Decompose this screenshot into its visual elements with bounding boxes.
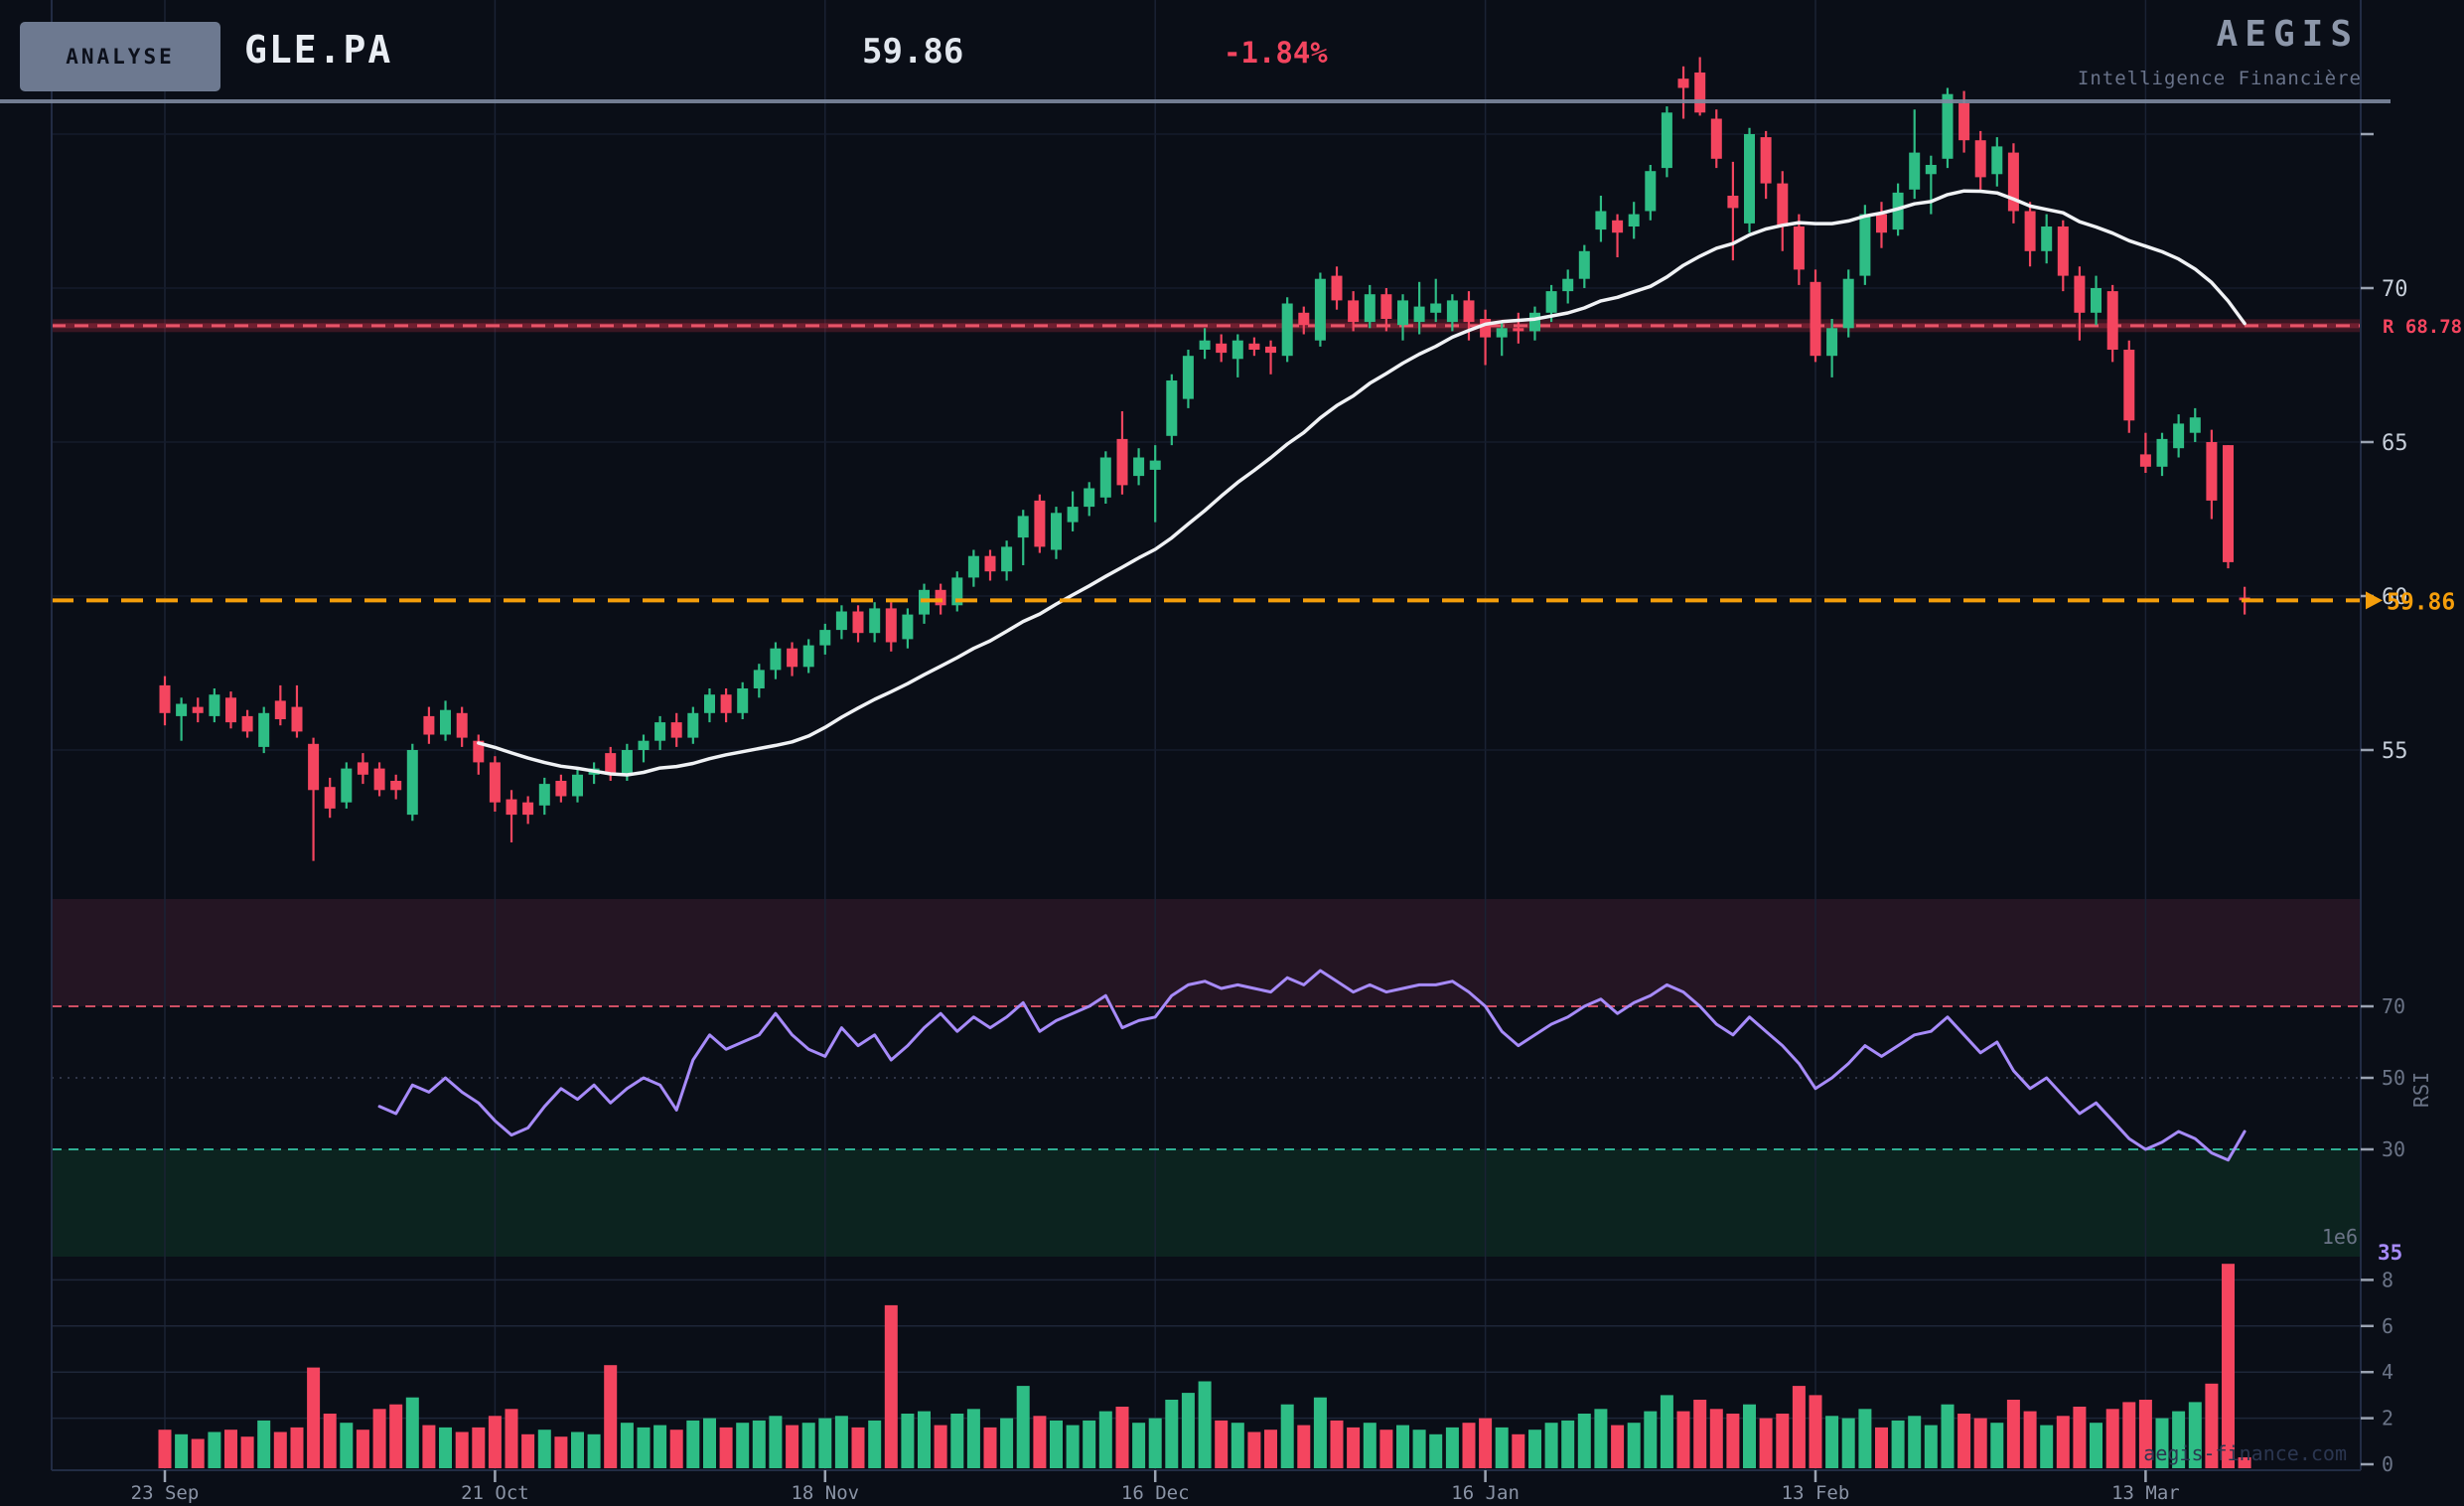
svg-text:70: 70 [2382, 994, 2405, 1018]
trading-analysis-screen: aegis-finance.com70656055R 68.7859.86705… [0, 0, 2464, 1506]
ticker-symbol: GLE.PA [244, 28, 392, 72]
svg-text:23 Sep: 23 Sep [131, 1482, 200, 1504]
svg-text:30: 30 [2382, 1137, 2405, 1161]
svg-text:65: 65 [2382, 431, 2408, 456]
rsi-axis-title: RSI [2409, 1072, 2433, 1108]
brand-subtitle: Intelligence Financière [2078, 68, 2362, 89]
analyse-button[interactable]: ANALYSE [20, 22, 220, 91]
svg-text:55: 55 [2382, 739, 2408, 764]
resistance-label: R 68.78 [2383, 316, 2462, 338]
svg-text:18 Nov: 18 Nov [791, 1482, 859, 1504]
candlestick-chart: aegis-finance.com70656055R 68.7859.86705… [0, 0, 2464, 1506]
svg-text:2: 2 [2382, 1407, 2393, 1431]
change-percent: -1.84% [1224, 36, 1328, 70]
svg-text:21 Oct: 21 Oct [461, 1482, 529, 1504]
header-divider [0, 99, 2391, 103]
svg-text:16 Jan: 16 Jan [1451, 1482, 1520, 1504]
svg-text:59.86: 59.86 [2387, 589, 2455, 615]
volume-scale-label: 1e6 [2322, 1225, 2358, 1249]
svg-text:13 Mar: 13 Mar [2111, 1482, 2180, 1504]
watermark: aegis-finance.com [2143, 1441, 2347, 1465]
rsi-last-value: 35 [2378, 1241, 2402, 1265]
svg-text:13 Feb: 13 Feb [1782, 1482, 1850, 1504]
resistance-level [52, 319, 2361, 332]
last-price-value: 59.86 [862, 32, 963, 72]
svg-text:70: 70 [2382, 277, 2408, 302]
svg-text:0: 0 [2382, 1452, 2393, 1476]
svg-text:50: 50 [2382, 1066, 2405, 1090]
svg-text:4: 4 [2382, 1360, 2393, 1384]
svg-text:8: 8 [2382, 1268, 2393, 1291]
svg-text:6: 6 [2382, 1314, 2393, 1338]
svg-text:16 Dec: 16 Dec [1121, 1482, 1190, 1504]
brand-logo-text: AEGIS [2217, 14, 2359, 55]
